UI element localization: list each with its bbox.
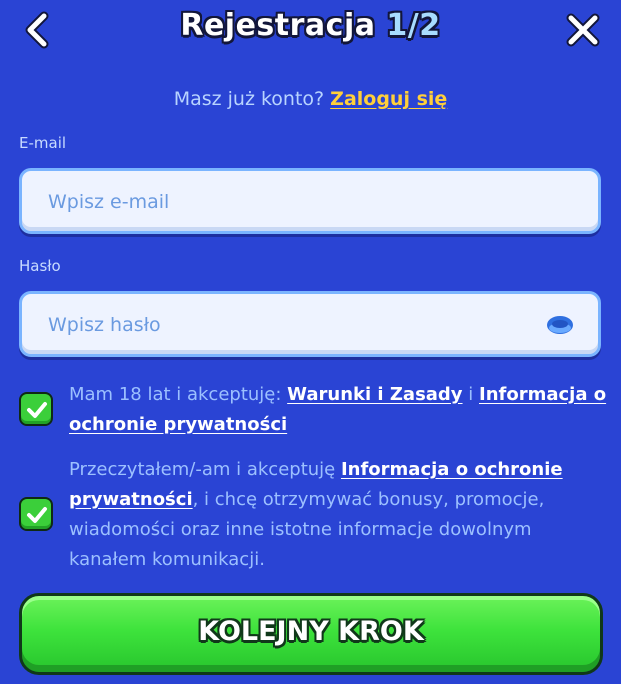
close-icon <box>566 13 600 47</box>
login-prompt-text: Masz już konto? <box>173 88 331 110</box>
email-label: E-mail <box>19 134 67 152</box>
marketing-consent-text: Przeczytałem/-am i akceptuję Informacja … <box>69 455 609 575</box>
page-title: Rejestracja 1/2 <box>0 8 621 43</box>
header: Rejestracja 1/2 <box>0 0 621 60</box>
checkmark-icon <box>27 402 47 418</box>
email-field-box[interactable] <box>19 168 601 234</box>
marketing-consent-row: Przeczytałem/-am i akceptuję Informacja … <box>19 455 609 575</box>
terms-link[interactable]: Warunki i Zasady <box>287 384 462 405</box>
terms-consent-row: Mam 18 lat i akceptuję: Warunki i Zasady… <box>19 380 609 440</box>
terms-text-mid: i <box>462 384 479 405</box>
login-link[interactable]: Zaloguj się <box>330 88 447 110</box>
password-field[interactable] <box>46 294 530 356</box>
marketing-text-before: Przeczytałem/-am i akceptuję <box>69 459 341 480</box>
close-button[interactable] <box>563 10 603 50</box>
step-indicator: 1/2 <box>386 8 441 43</box>
marketing-checkbox[interactable] <box>19 497 53 531</box>
terms-checkbox[interactable] <box>19 392 53 426</box>
terms-text-before: Mam 18 lat i akceptuję: <box>69 384 288 405</box>
password-label: Hasło <box>19 257 61 275</box>
next-step-button[interactable]: KOLEJNY KROK <box>19 593 603 675</box>
login-prompt: Masz już konto? Zaloguj się <box>0 88 621 110</box>
checkmark-icon <box>27 507 47 523</box>
eye-icon <box>547 316 573 334</box>
show-password-toggle[interactable] <box>546 314 574 336</box>
password-field-box[interactable] <box>19 291 601 357</box>
terms-consent-text: Mam 18 lat i akceptuję: Warunki i Zasady… <box>69 380 609 440</box>
next-step-label: KOLEJNY KROK <box>198 616 424 647</box>
email-field[interactable] <box>46 171 530 233</box>
title-text: Rejestracja <box>180 8 387 43</box>
